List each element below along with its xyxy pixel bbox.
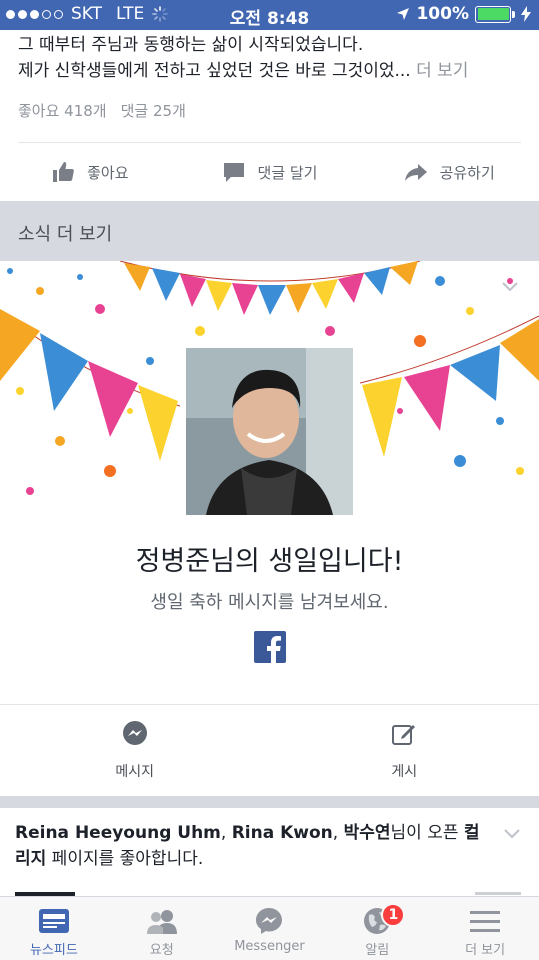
status-bar: SKT LTE 오전 8:48 100%	[0, 0, 539, 30]
birthday-title[interactable]: 정병준님의 생일입니다!	[0, 539, 539, 578]
friend-name-2[interactable]: Rina Kwon	[232, 823, 333, 843]
send-message-label: 메시지	[115, 763, 155, 780]
profile-photo-image	[186, 348, 353, 515]
more-news-header: 소식 더 보기	[0, 201, 539, 261]
send-message-button[interactable]: 메시지	[0, 705, 270, 796]
comment-count[interactable]: 댓글 25개	[121, 100, 186, 121]
write-post-button[interactable]: 게시	[270, 705, 539, 796]
battery-percent: 100%	[416, 4, 469, 24]
menu-icon	[468, 907, 502, 935]
charging-bolt-icon	[521, 6, 531, 22]
share-button[interactable]: 공유하기	[359, 143, 539, 201]
page-like-story: Reina Heeyoung Uhm, Rina Kwon, 박수연님이 오픈 …	[0, 808, 539, 893]
location-arrow-icon	[397, 8, 410, 20]
like-button[interactable]: 좋아요	[0, 143, 180, 201]
chevron-down-icon[interactable]	[501, 281, 519, 293]
comment-bubble-icon	[223, 163, 244, 182]
news-feed-icon	[37, 907, 71, 935]
thumbs-up-icon	[53, 162, 74, 182]
bottom-tab-bar: 뉴스피드 요청 Messenger 1 알림 더 보기	[0, 896, 539, 960]
friend-name-1[interactable]: Reina Heeyoung Uhm	[15, 823, 221, 843]
tab-messenger-label: Messenger	[234, 939, 305, 954]
like-label: 좋아요	[87, 163, 129, 182]
messenger-icon	[122, 720, 147, 745]
facebook-logo-icon	[254, 631, 286, 663]
friend-requests-icon	[145, 907, 179, 935]
compose-icon	[392, 724, 416, 745]
post-text-line-2-body: 제가 신학생들에게 전하고 싶었던 것은 바로 그것이었...	[18, 61, 411, 81]
profile-photo[interactable]	[186, 348, 353, 515]
tab-friend-requests-label: 요청	[149, 943, 174, 958]
see-more-link[interactable]: 더 보기	[416, 61, 468, 81]
birthday-subtitle: 생일 축하 메시지를 남겨보세요.	[150, 592, 389, 613]
reaction-counts: 좋아요 418개 댓글 25개	[18, 100, 186, 121]
section-separator	[0, 796, 539, 808]
story-mid-text: 님이 오픈	[390, 823, 464, 843]
share-label: 공유하기	[439, 163, 495, 182]
tab-more-label: 더 보기	[465, 943, 506, 958]
name-separator: ,	[332, 823, 344, 843]
post-body: 그 때부터 주님과 동행하는 삶이 시작되었습니다. 제가 신학생들에게 전하고…	[18, 32, 523, 84]
page-like-story-text: Reina Heeyoung Uhm, Rina Kwon, 박수연님이 오픈 …	[15, 820, 485, 872]
post-actions: 좋아요 댓글 달기 공유하기	[0, 143, 539, 201]
share-arrow-icon	[404, 164, 427, 181]
chevron-down-icon[interactable]	[503, 828, 521, 840]
next-story-edge	[475, 892, 521, 895]
tab-news-feed[interactable]: 뉴스피드	[0, 897, 108, 960]
birthday-actions: 메시지 게시	[0, 704, 539, 796]
story-tail-text: 페이지를 좋아합니다.	[46, 849, 204, 869]
tab-notifications[interactable]: 1 알림	[323, 897, 431, 960]
comment-button[interactable]: 댓글 달기	[180, 143, 360, 201]
friend-name-3[interactable]: 박수연	[344, 823, 391, 843]
post-text-line-1: 그 때부터 주님과 동행하는 삶이 시작되었습니다.	[18, 35, 364, 55]
birthday-card: 정병준님의 생일입니다! 생일 축하 메시지를 남겨보세요. 메시지 게시	[0, 261, 539, 796]
tab-news-feed-label: 뉴스피드	[29, 943, 78, 958]
write-post-label: 게시	[391, 763, 418, 780]
comment-label: 댓글 달기	[257, 163, 318, 182]
like-count[interactable]: 좋아요 418개	[18, 100, 107, 121]
more-news-title[interactable]: 소식 더 보기	[18, 220, 112, 246]
notification-badge: 1	[381, 903, 406, 927]
tab-notifications-label: 알림	[365, 943, 390, 958]
tab-messenger[interactable]: Messenger	[216, 897, 324, 960]
tab-more[interactable]: 더 보기	[431, 897, 539, 960]
messenger-icon	[252, 907, 286, 935]
status-right: 100%	[396, 4, 531, 24]
battery-icon	[475, 5, 515, 23]
name-separator: ,	[220, 823, 232, 843]
tab-friend-requests[interactable]: 요청	[108, 897, 216, 960]
post-text-line-2: 제가 신학생들에게 전하고 싶었던 것은 바로 그것이었... 더 보기	[18, 58, 523, 84]
